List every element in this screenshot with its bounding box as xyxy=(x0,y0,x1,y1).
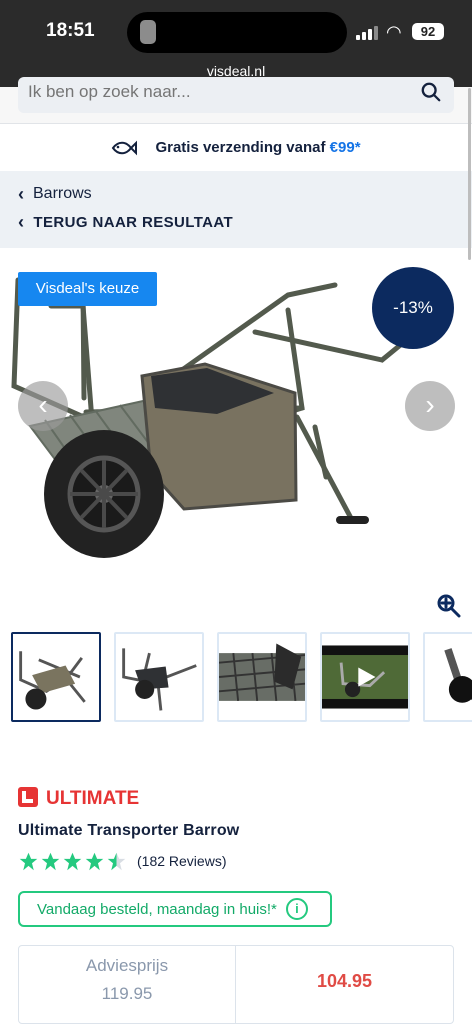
fish-icon xyxy=(112,140,138,155)
status-time: 18:51 xyxy=(46,20,95,41)
dynamic-island xyxy=(127,12,347,53)
review-count[interactable]: (182 Reviews) xyxy=(137,853,226,869)
back-to-results-link[interactable]: ‹ TERUG NAAR RESULTAAT xyxy=(18,213,233,231)
thumbnail-barrow-partial[interactable] xyxy=(423,632,472,722)
star-icon xyxy=(41,852,60,870)
chevron-left-icon: ‹ xyxy=(18,184,24,204)
battery-icon: 92 xyxy=(412,23,444,40)
delivery-info[interactable]: Vandaag besteld, maandag in huis!* i xyxy=(18,891,332,927)
discount-badge: -13% xyxy=(372,267,454,349)
svg-text:ULTIMATE: ULTIMATE xyxy=(46,788,139,809)
product-rating[interactable]: (182 Reviews) xyxy=(18,850,226,872)
search-icon[interactable] xyxy=(420,81,442,103)
thumbnail-barrow-detail[interactable] xyxy=(217,632,307,722)
product-title: Ultimate Transporter Barrow xyxy=(18,822,240,839)
search-area xyxy=(0,77,472,124)
advice-price-label: Adviesprijs xyxy=(85,956,169,975)
chevron-left-icon: ‹ xyxy=(18,212,25,232)
search-box[interactable] xyxy=(18,77,454,113)
advice-price-value: 119.95 xyxy=(101,984,153,1003)
thumbnail-strip xyxy=(0,630,472,724)
current-price-section: 104.95 xyxy=(236,946,453,1023)
thumbnail-barrow-video[interactable] xyxy=(320,632,410,722)
zoom-icon[interactable] xyxy=(437,594,461,618)
delivery-text: Vandaag besteld, maandag in huis!* xyxy=(37,900,277,918)
advice-price-section: Adviesprijs 119.95 xyxy=(19,946,236,1023)
breadcrumb: ‹ Barrows ‹ TERUG NAAR RESULTAAT xyxy=(0,171,472,248)
camera-icon xyxy=(140,20,156,44)
breadcrumb-category-link[interactable]: ‹ Barrows xyxy=(18,185,92,203)
free-shipping-banner: Gratis verzending vanaf €99* xyxy=(0,124,472,171)
info-icon[interactable]: i xyxy=(285,898,308,920)
search-input[interactable] xyxy=(28,77,408,107)
next-image-button[interactable]: › xyxy=(405,381,455,431)
shipping-text: Gratis verzending vanaf €99* xyxy=(155,139,361,156)
wifi-icon: ◠ xyxy=(386,22,402,42)
current-price: 104.95 xyxy=(316,971,373,991)
signal-icon xyxy=(356,24,380,40)
star-icon xyxy=(63,852,82,870)
choice-badge: Visdeal's keuze xyxy=(18,272,157,306)
star-icon xyxy=(85,852,104,870)
rating-stars xyxy=(18,851,127,872)
thumbnail-barrow-side[interactable] xyxy=(114,632,204,722)
status-bar: 18:51 ◠ 92 xyxy=(0,0,472,60)
brand-logo: ULTIMATE xyxy=(18,787,139,809)
product-gallery: Visdeal's keuze -13% ‹ › xyxy=(0,248,472,630)
price-box: Adviesprijs 119.95 104.95 xyxy=(18,945,454,1024)
previous-image-button[interactable]: ‹ xyxy=(18,381,68,431)
page-scrollbar[interactable] xyxy=(468,88,471,260)
thumbnail-barrow-main[interactable] xyxy=(11,632,101,722)
half-star-icon xyxy=(107,852,126,870)
star-icon xyxy=(19,852,38,870)
shipping-threshold: €99* xyxy=(329,139,361,156)
